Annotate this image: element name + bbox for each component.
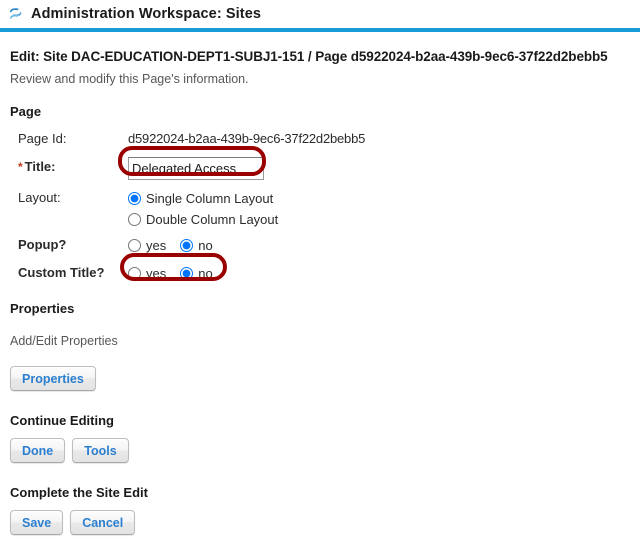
layout-option-single[interactable]: Single Column Layout [128,188,630,208]
save-button[interactable]: Save [10,510,64,535]
page-id-label: Page Id: [18,131,67,146]
popup-no-label: no [198,237,213,253]
tools-button[interactable]: Tools [72,438,129,463]
popup-yes-radio-wrap[interactable]: yes [128,238,166,253]
custom-title-label: Custom Title? [18,265,105,280]
page-id-value: d5922024-b2aa-439b-9ec6-37f22d2bebb5 [128,131,366,146]
section-heading-properties: Properties [10,301,75,316]
popup-label: Popup? [18,237,67,252]
layout-single-label: Single Column Layout [146,190,274,206]
custom-title-yes-label: yes [146,265,167,281]
popup-no-radio[interactable] [180,238,194,252]
title-input[interactable] [128,157,264,180]
field-row-layout: Layout: Single Column Layout Double Colu… [18,188,630,229]
field-row-custom-title: Custom Title? yes no [18,263,630,285]
custom-title-no-label: no [198,265,213,281]
title-label: * Title: [18,157,128,174]
header-accent-rule [0,28,640,32]
custom-title-options: yes no [128,263,630,283]
field-row-page-id: Page Id: d5922024-b2aa-439b-9ec6-37f22d2… [18,129,630,151]
popup-yes-radio[interactable] [128,238,141,252]
section-heading-complete-site-edit: Complete the Site Edit [10,485,148,500]
layout-options: Single Column Layout Double Column Layou… [128,188,630,229]
layout-label: Layout: [18,190,61,205]
edit-page-subtitle: Review and modify this Page's informatio… [10,72,249,86]
custom-title-no-radio[interactable] [180,266,194,280]
properties-button-row: Properties [10,366,630,391]
layout-single-radio[interactable] [128,191,141,205]
field-row-popup: Popup? yes no [18,235,630,257]
custom-title-no-radio-wrap[interactable]: no [180,265,213,281]
layout-double-radio[interactable] [128,212,141,226]
custom-title-yes-radio[interactable] [128,266,141,280]
app-header: Administration Workspace: Sites [0,0,640,28]
title-label-text: Title: [24,159,56,174]
continue-editing-button-row: Done Tools [10,438,630,463]
popup-no-radio-wrap[interactable]: no [180,237,213,253]
properties-button[interactable]: Properties [10,366,96,391]
section-heading-continue-editing: Continue Editing [10,413,114,428]
page-content: Edit: Site DAC-EDUCATION-DEPT1-SUBJ1-151… [0,49,640,535]
layout-double-label: Double Column Layout [146,211,279,227]
cancel-button[interactable]: Cancel [70,510,136,535]
section-heading-page: Page [10,104,42,119]
popup-yes-label: yes [146,237,167,253]
custom-title-yes-radio-wrap[interactable]: yes [128,266,166,281]
done-button[interactable]: Done [10,438,66,463]
custom-title-radio-group[interactable]: yes no [128,263,630,283]
field-row-title: * Title: [18,157,630,180]
layout-single-radio-wrap[interactable]: Single Column Layout [128,191,273,206]
popup-options: yes no [128,235,630,255]
app-title: Administration Workspace: Sites [31,6,262,22]
layout-double-radio-wrap[interactable]: Double Column Layout [128,212,278,227]
page-form: Page Id: d5922024-b2aa-439b-9ec6-37f22d2… [10,129,630,285]
edit-page-heading: Edit: Site DAC-EDUCATION-DEPT1-SUBJ1-151… [10,49,608,64]
required-asterisk-icon: * [18,160,23,174]
title-field-wrap [128,157,630,180]
layout-option-double[interactable]: Double Column Layout [128,209,630,229]
complete-button-row: Save Cancel [10,510,630,535]
popup-radio-group[interactable]: yes no [128,235,630,255]
add-edit-properties-hint: Add/Edit Properties [10,334,118,348]
sakai-swirl-icon [10,8,22,19]
